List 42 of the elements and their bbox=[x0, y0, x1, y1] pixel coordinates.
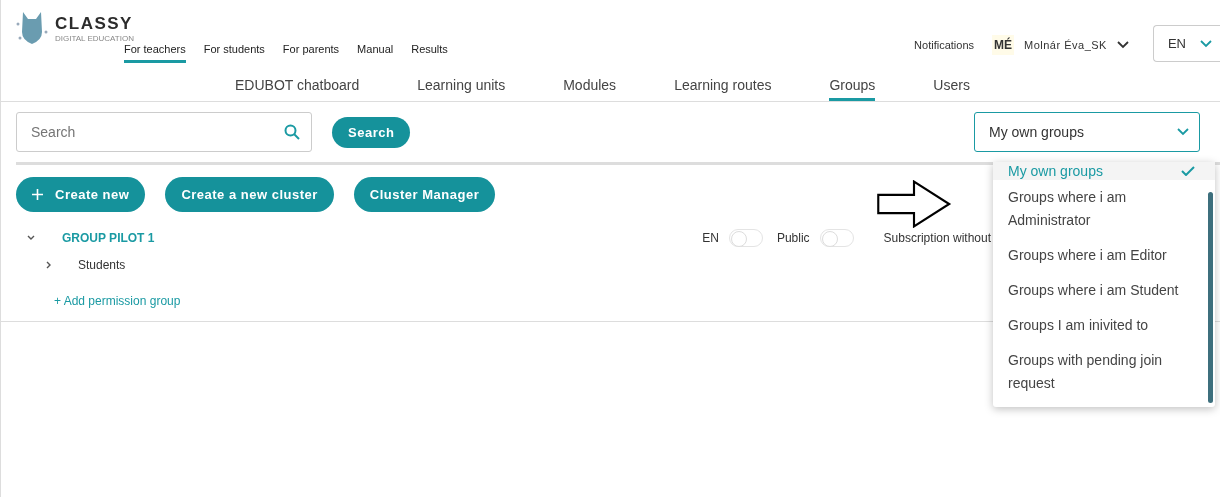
toggle-label: EN bbox=[702, 231, 719, 245]
chevron-down-icon[interactable] bbox=[1116, 40, 1129, 49]
dropdown-option[interactable]: Groups where i am Student bbox=[993, 273, 1215, 308]
permission-group-name[interactable]: Students bbox=[78, 258, 126, 272]
nav-tab[interactable]: Learning units bbox=[417, 77, 506, 101]
select-value: My own groups bbox=[989, 124, 1084, 140]
dropdown-option[interactable]: Groups where i am Administrator bbox=[993, 180, 1215, 238]
dropdown-option[interactable]: Groups with pending join request bbox=[993, 343, 1215, 401]
nav-tab[interactable]: Users bbox=[933, 77, 970, 101]
collapse-chevron-icon[interactable] bbox=[27, 235, 35, 241]
search-icon[interactable] bbox=[284, 124, 300, 140]
logo-name: CLASSY bbox=[55, 14, 134, 34]
nav-tab[interactable]: For students bbox=[203, 43, 265, 63]
nav-tab[interactable]: Modules bbox=[563, 77, 617, 101]
logo-tagline: DIGITAL EDUCATION bbox=[55, 34, 134, 43]
group-filter-select[interactable]: My own groups bbox=[974, 112, 1200, 152]
language-select[interactable]: EN bbox=[1152, 25, 1220, 62]
action-button[interactable]: Cluster Manager bbox=[353, 177, 496, 212]
notifications-link[interactable]: Notifications bbox=[914, 38, 974, 51]
toggle-label: Subscription without bbox=[883, 231, 991, 245]
nav-tab[interactable]: Learning routes bbox=[674, 77, 772, 101]
nav-tab[interactable]: For parents bbox=[282, 43, 340, 63]
search-button[interactable]: Search bbox=[332, 116, 411, 148]
nav-tab[interactable]: EDUBOT chatboard bbox=[235, 77, 360, 101]
add-permission-group-link[interactable]: + Add permission group bbox=[54, 294, 181, 308]
action-button[interactable]: Create a new cluster bbox=[165, 177, 334, 212]
dropdown-option[interactable]: Groups I am inivited to bbox=[993, 308, 1215, 343]
nav-tab[interactable]: For teachers bbox=[123, 43, 186, 63]
nav-tab[interactable]: Manual bbox=[357, 43, 394, 63]
nav-tab[interactable]: Groups bbox=[829, 77, 876, 101]
action-button[interactable]: Create new bbox=[16, 177, 146, 212]
nav-tab[interactable]: Results bbox=[411, 43, 448, 63]
check-icon bbox=[1181, 166, 1195, 176]
user-name[interactable]: Molnár Éva_SK bbox=[1024, 38, 1107, 51]
chevron-down-icon bbox=[1177, 128, 1189, 136]
language-value: EN bbox=[1167, 36, 1186, 51]
toggle-label: Public bbox=[776, 231, 810, 245]
chevron-down-icon bbox=[1200, 39, 1212, 48]
user-initials: MÉ bbox=[992, 34, 1014, 55]
search-field[interactable]: Search bbox=[16, 112, 312, 152]
dropdown-option[interactable]: Groups where i am Editor bbox=[993, 238, 1215, 273]
expand-chevron-icon[interactable] bbox=[46, 261, 52, 269]
